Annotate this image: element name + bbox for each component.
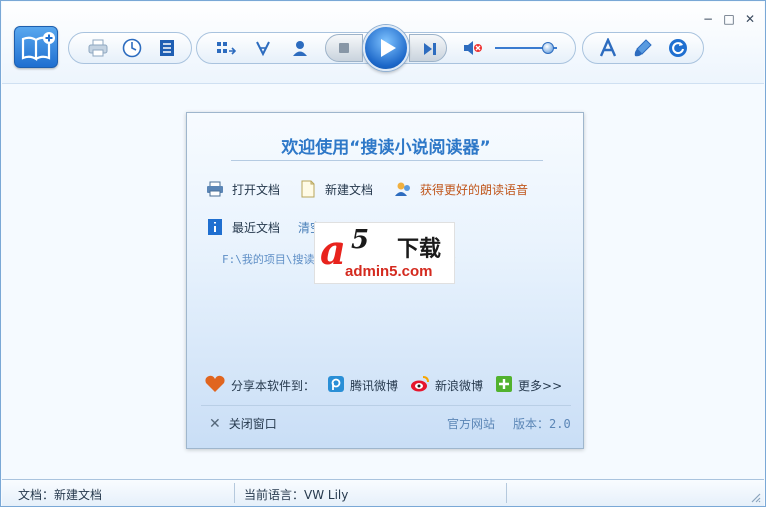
dialog-title: 欢迎使用“搜读小说阅读器”	[281, 138, 491, 158]
tencent-weibo-icon	[327, 375, 345, 396]
status-separator	[234, 483, 235, 503]
stop-button[interactable]	[325, 34, 363, 62]
info-icon	[206, 218, 224, 236]
close-icon: ✕	[209, 415, 221, 432]
share-sina-link[interactable]: 新浪微博	[410, 375, 483, 396]
divider	[201, 405, 571, 406]
status-document: 文档：新建文档	[18, 488, 103, 502]
font-icon[interactable]	[597, 37, 619, 59]
volume-slider-knob[interactable]	[542, 42, 554, 54]
voice-icon[interactable]	[252, 37, 274, 59]
status-separator	[506, 483, 507, 503]
close-window-button[interactable]: ✕	[744, 12, 756, 26]
brush-icon[interactable]	[632, 37, 654, 59]
play-icon	[381, 39, 396, 57]
next-icon	[424, 43, 436, 55]
print-icon[interactable]	[87, 37, 109, 59]
share-more-link[interactable]: 更多>>	[495, 375, 562, 396]
close-dialog-link[interactable]: ✕ 关闭窗口	[209, 415, 277, 432]
users-icon	[394, 180, 412, 198]
open-doc-link[interactable]: 打开文档	[206, 180, 280, 198]
arrange-icon[interactable]	[215, 37, 237, 59]
share-label: 分享本软件到：	[204, 375, 315, 396]
document-icon	[299, 180, 317, 198]
maximize-button[interactable]: □	[723, 12, 735, 26]
mute-icon[interactable]	[462, 37, 484, 59]
new-doc-link[interactable]: 新建文档	[299, 180, 373, 198]
sina-weibo-icon	[410, 375, 430, 396]
list-icon[interactable]	[156, 37, 178, 59]
official-site-link[interactable]: 官方网站	[447, 415, 495, 432]
window-controls: − □ ✕	[702, 12, 756, 26]
status-language: 当前语言：VW Lily	[244, 488, 349, 502]
divider	[231, 160, 543, 161]
recent-docs-label: 最近文档	[206, 218, 280, 236]
share-row: 分享本软件到： 腾讯微博 新浪微博 更多>>	[204, 375, 574, 396]
status-bar: 文档：新建文档 当前语言：VW Lily	[2, 479, 764, 506]
book-plus-icon[interactable]	[14, 26, 58, 68]
next-button[interactable]	[409, 34, 447, 62]
minimize-button[interactable]: −	[702, 12, 714, 26]
user-icon[interactable]	[289, 37, 311, 59]
resize-grip-icon[interactable]	[749, 491, 761, 503]
heart-icon	[204, 375, 226, 396]
refresh-icon[interactable]	[667, 37, 689, 59]
watermark-logo: a 5 下载 admin5.com	[314, 222, 455, 284]
welcome-dialog: 欢迎使用“搜读小说阅读器” 打开文档 新建文档 获得更好的朗读语音 最近文档 清…	[186, 112, 584, 449]
version-label: 版本：2.0	[513, 417, 571, 431]
clock-icon[interactable]	[121, 37, 143, 59]
share-tencent-link[interactable]: 腾讯微博	[327, 375, 398, 396]
printer-icon	[206, 180, 224, 198]
app-window: − □ ✕ 欢迎使用“搜读小说阅读器” 打开文档 新建文档 获得更好的朗读语音 …	[0, 0, 766, 507]
plus-icon	[495, 375, 513, 396]
get-voice-link[interactable]: 获得更好的朗读语音	[394, 180, 528, 198]
play-button[interactable]	[363, 25, 409, 71]
stop-icon	[339, 43, 349, 53]
